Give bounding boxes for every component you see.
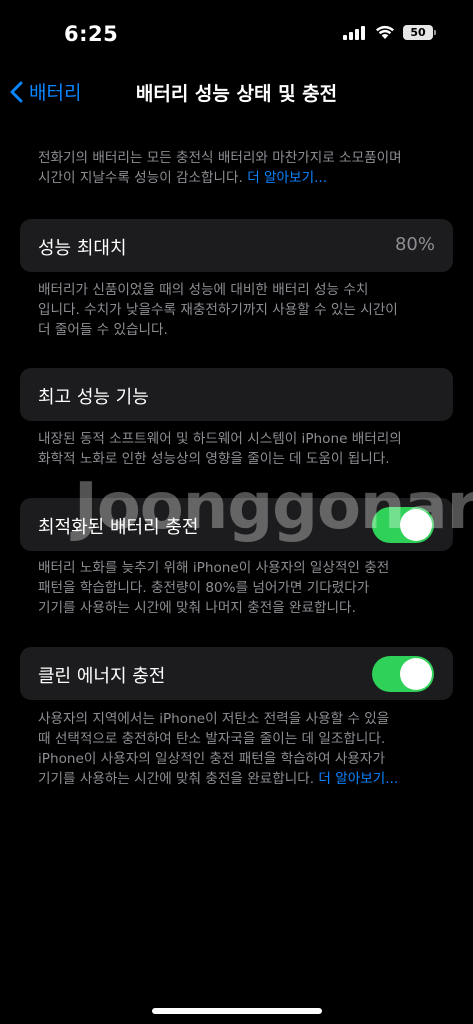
learn-more-link[interactable]: 더 알아보기... [247,170,327,186]
optimized-charging-toggle[interactable] [372,507,434,543]
clean-energy-toggle[interactable] [372,656,434,692]
page-title: 배터리 성능 상태 및 충전 [135,83,338,105]
peak-performance-description: 내장된 동적 소프트웨어 및 하드웨어 시스템이 iPhone 배터리의 화학적… [38,431,402,467]
home-indicator[interactable] [152,1008,322,1014]
clean-energy-description: 사용자의 지역에서는 iPhone이 저탄소 전력을 사용할 수 있을 때 선택… [38,711,399,787]
toggle-knob [400,658,432,690]
clean-energy-cell: 클린 에너지 충전 [20,647,453,700]
max-capacity-cell: 성능 최대치 80% [20,219,453,272]
peak-performance-label: 최고 성능 기능 [38,387,149,408]
battery-icon: 50 [403,25,436,40]
peak-performance-cell: 최고 성능 기능 [20,368,453,421]
optimized-charging-description: 배터리 노화를 늦추기 위해 iPhone이 사용자의 일상적인 충전 패턴을 … [38,560,390,616]
battery-level: 50 [410,26,426,39]
toggle-knob [400,509,432,541]
max-capacity-label: 성능 최대치 [38,238,127,259]
navigation-bar: 배터리 배터리 성능 상태 및 충전 [0,70,473,114]
status-time: 6:25 [64,22,119,46]
optimized-charging-cell: 최적화된 배터리 충전 [20,498,453,551]
status-bar: 6:25 50 [0,0,473,70]
intro-description: 전화기의 배터리는 모든 충전식 배터리와 마찬가지로 소모품이며 시간이 지날… [38,150,402,186]
wifi-icon [376,25,394,39]
status-icons: 50 [343,25,436,40]
max-capacity-value: 80% [394,234,435,255]
clean-energy-label: 클린 에너지 충전 [38,666,166,687]
learn-more-link[interactable]: 더 알아보기... [318,771,398,787]
max-capacity-description: 배터리가 신품이었을 때의 성능에 대비한 배터리 성능 수치 입니다. 수치가… [38,282,398,338]
cellular-signal-icon [343,25,365,40]
optimized-charging-label: 최적화된 배터리 충전 [38,517,199,538]
